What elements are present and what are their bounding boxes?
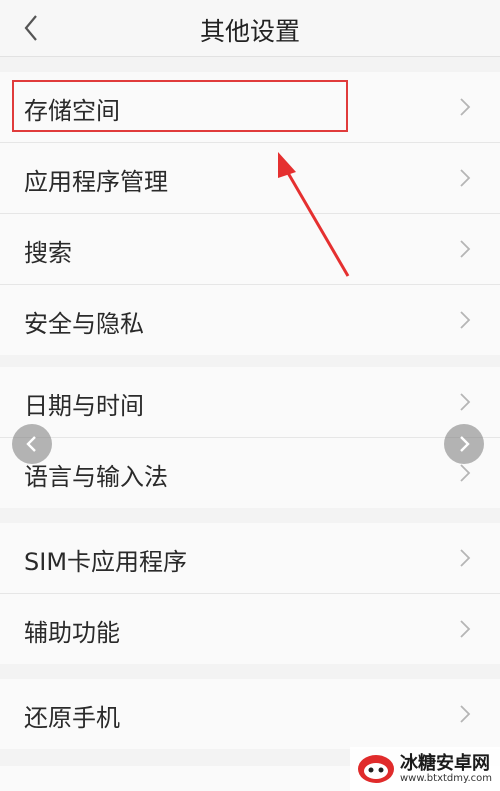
chevron-right-icon [460,620,471,638]
chevron-right-icon [460,393,471,411]
settings-item-label: 搜索 [24,239,72,267]
watermark-logo-icon [358,755,394,783]
carousel-prev-button[interactable] [12,424,52,464]
chevron-right-icon [460,464,471,482]
settings-item-language-input[interactable]: 语言与输入法 [0,438,500,508]
carousel-next-button[interactable] [444,424,484,464]
settings-item-storage[interactable]: 存储空间 [0,72,500,143]
chevron-right-icon [460,705,471,723]
settings-item-date-time[interactable]: 日期与时间 [0,367,500,438]
settings-item-reset-phone[interactable]: 还原手机 [0,679,500,749]
watermark-name: 冰糖安卓网 [400,753,490,774]
watermark-url: www.btxtdmy.com [400,773,493,784]
settings-item-label: 应用程序管理 [24,168,168,196]
settings-item-label: 日期与时间 [24,392,144,420]
settings-item-app-management[interactable]: 应用程序管理 [0,143,500,214]
settings-group-sim-accessibility: SIM卡应用程序 辅助功能 [0,523,500,664]
page-title: 其他设置 [199,17,300,46]
settings-item-search[interactable]: 搜索 [0,214,500,285]
settings-item-label: 辅助功能 [24,619,120,647]
settings-item-label: 还原手机 [24,704,120,732]
settings-group-storage: 存储空间 应用程序管理 搜索 安全与隐私 [0,72,500,355]
settings-group-reset: 还原手机 [0,679,500,749]
chevron-left-icon [26,436,36,452]
top-bar: 其他设置 [0,0,500,57]
chevron-right-icon [460,549,471,567]
chevron-right-icon [460,98,471,116]
settings-item-security-privacy[interactable]: 安全与隐私 [0,285,500,355]
watermark: 冰糖安卓网 www.btxtdmy.com [350,747,500,791]
settings-item-label: 安全与隐私 [24,310,144,338]
settings-item-sim-apps[interactable]: SIM卡应用程序 [0,523,500,594]
chevron-right-icon [460,436,470,452]
chevron-right-icon [460,240,471,258]
settings-group-date-language: 日期与时间 语言与输入法 [0,367,500,508]
settings-item-accessibility[interactable]: 辅助功能 [0,594,500,664]
settings-item-label: 存储空间 [24,97,120,125]
chevron-right-icon [460,169,471,187]
settings-item-label: SIM卡应用程序 [24,548,188,576]
chevron-right-icon [460,311,471,329]
